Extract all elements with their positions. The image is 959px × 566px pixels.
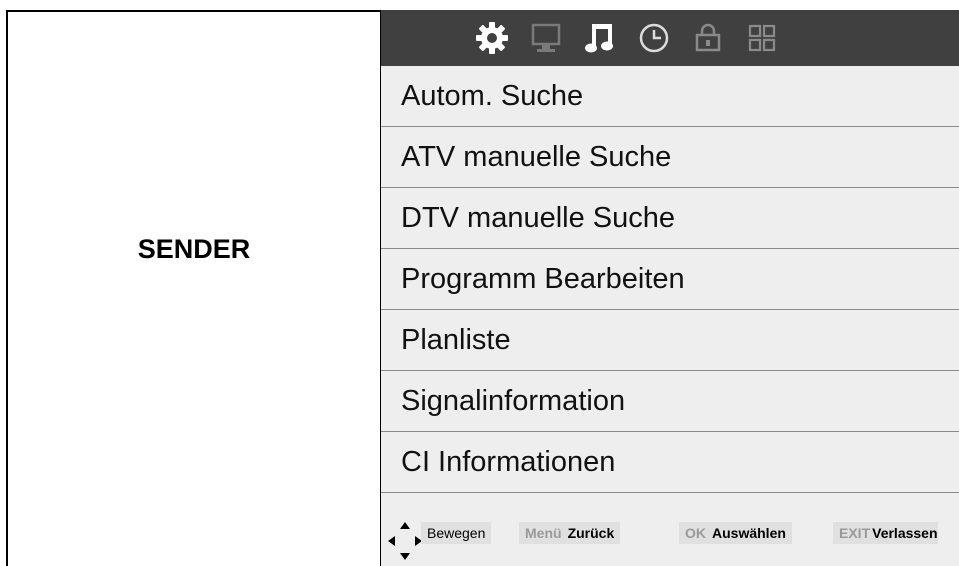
clock-icon[interactable] bbox=[627, 10, 681, 66]
hint-menu: Menü Zurück bbox=[519, 522, 621, 544]
menu-item-label: CI Informationen bbox=[401, 446, 616, 478]
menu-item-atv-manuelle-suche[interactable]: ATV manuelle Suche bbox=[381, 127, 959, 188]
lock-icon[interactable] bbox=[681, 10, 735, 66]
hint-ok-action: Auswählen bbox=[712, 525, 786, 541]
navigation-arrows-icon bbox=[388, 522, 422, 560]
hint-exit: EXIT Verlassen bbox=[833, 522, 938, 544]
menu-item-label: DTV manuelle Suche bbox=[401, 202, 676, 234]
section-panel: SENDER bbox=[6, 10, 382, 566]
menu-item-ci-informationen[interactable]: CI Informationen bbox=[381, 432, 959, 493]
menu-item-label: ATV manuelle Suche bbox=[401, 141, 672, 173]
menu-list: Autom. Suche ATV manuelle Suche DTV manu… bbox=[381, 66, 959, 493]
gear-icon[interactable] bbox=[465, 10, 519, 66]
hint-exit-action: Verlassen bbox=[872, 525, 938, 541]
menu-item-label: Signalinformation bbox=[401, 385, 626, 417]
menu-item-signalinformation[interactable]: Signalinformation bbox=[381, 371, 959, 432]
menu-item-label: Planliste bbox=[401, 324, 511, 356]
music-note-icon[interactable] bbox=[573, 10, 627, 66]
monitor-icon[interactable] bbox=[519, 10, 573, 66]
menu-item-planliste[interactable]: Planliste bbox=[381, 310, 959, 371]
menu-item-label: Programm Bearbeiten bbox=[401, 263, 685, 295]
grid-icon[interactable] bbox=[735, 10, 789, 66]
menu-item-programm-bearbeiten[interactable]: Programm Bearbeiten bbox=[381, 249, 959, 310]
hint-ok: OK Auswählen bbox=[679, 522, 792, 544]
hint-menu-action: Zurück bbox=[567, 525, 615, 541]
button-hint-bar: Bewegen Menü Zurück OK Auswählen EXIT Verla… bbox=[381, 510, 959, 566]
hint-ok-key: OK bbox=[685, 525, 706, 541]
menu-item-autom-suche[interactable]: Autom. Suche bbox=[381, 66, 959, 127]
menu-item-label: Autom. Suche bbox=[401, 80, 584, 112]
section-title: SENDER bbox=[137, 234, 251, 264]
category-tab-bar bbox=[381, 10, 959, 66]
hint-exit-key: EXIT bbox=[839, 525, 871, 541]
hint-menu-key: Menü bbox=[525, 525, 562, 541]
hint-move-label: Bewegen bbox=[427, 525, 486, 541]
hint-move: Bewegen bbox=[421, 522, 492, 544]
menu-item-dtv-manuelle-suche[interactable]: DTV manuelle Suche bbox=[381, 188, 959, 249]
menu-panel: Autom. Suche ATV manuelle Suche DTV manu… bbox=[381, 10, 959, 566]
